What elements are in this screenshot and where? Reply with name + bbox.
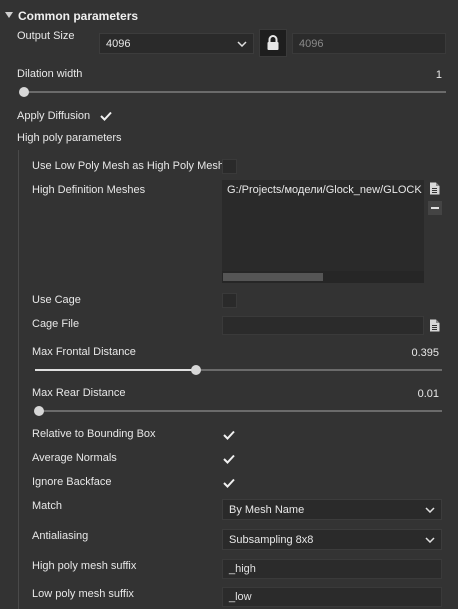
horizontal-scrollbar[interactable]	[222, 271, 424, 283]
max-frontal-distance-slider-handle[interactable]	[191, 365, 201, 375]
match-value: By Mesh Name	[229, 503, 305, 516]
output-width-value: 4096	[106, 37, 131, 50]
minus-icon	[431, 207, 439, 209]
output-height-field[interactable]: 4096	[292, 33, 446, 54]
max-rear-distance-value: 0.01	[417, 388, 439, 400]
max-frontal-distance-slider-fill	[35, 369, 196, 371]
file-icon[interactable]	[429, 182, 440, 195]
chevron-down-icon	[237, 40, 247, 47]
relative-to-bounding-box-label: Relative to Bounding Box	[32, 428, 156, 440]
scrollbar-thumb[interactable]	[223, 273, 323, 281]
high-definition-meshes-list[interactable]: G:/Projects/модели/Glock_new/GLOCK	[222, 180, 424, 283]
dilation-width-slider-track[interactable]	[20, 91, 446, 93]
apply-diffusion-checkbox[interactable]	[99, 109, 113, 123]
match-label: Match	[32, 500, 62, 512]
chevron-down-icon	[425, 506, 435, 513]
max-rear-distance-slider-handle[interactable]	[34, 406, 44, 416]
group-indent-line	[18, 150, 19, 609]
low-poly-suffix-value: _low	[229, 591, 252, 603]
relative-to-bounding-box-checkbox[interactable]	[222, 428, 236, 442]
cage-file-label: Cage File	[32, 318, 80, 330]
antialiasing-value: Subsampling 8x8	[229, 533, 314, 546]
remove-mesh-button[interactable]	[428, 201, 442, 215]
output-height-value: 4096	[299, 37, 324, 50]
high-poly-parameters-title: High poly parameters	[17, 132, 122, 144]
max-rear-distance-slider-track[interactable]	[35, 410, 442, 412]
mesh-list-item[interactable]: G:/Projects/модели/Glock_new/GLOCK	[227, 184, 422, 196]
high-poly-suffix-value: _high	[229, 563, 256, 575]
low-poly-suffix-label: Low poly mesh suffix	[32, 588, 134, 600]
max-rear-distance-label: Max Rear Distance	[32, 387, 126, 399]
apply-diffusion-label: Apply Diffusion	[17, 110, 91, 122]
low-poly-suffix-field[interactable]: _low	[222, 587, 442, 607]
file-icon[interactable]	[429, 319, 440, 332]
section-title: Common parameters	[18, 9, 139, 23]
ignore-backface-checkbox[interactable]	[222, 476, 236, 490]
max-frontal-distance-label: Max Frontal Distance	[32, 346, 136, 358]
average-normals-label: Average Normals	[32, 452, 117, 464]
collapse-triangle-icon[interactable]	[5, 12, 13, 18]
match-select[interactable]: By Mesh Name	[222, 499, 442, 520]
high-poly-suffix-field[interactable]: _high	[222, 559, 442, 579]
high-poly-suffix-label: High poly mesh suffix	[32, 560, 137, 572]
dilation-width-label: Dilation width	[17, 68, 83, 80]
output-size-label: Output Size	[17, 30, 75, 42]
dilation-width-slider-handle[interactable]	[19, 87, 29, 97]
dilation-width-value: 1	[435, 69, 442, 81]
average-normals-checkbox[interactable]	[222, 452, 236, 466]
lock-icon	[267, 35, 279, 50]
ignore-backface-label: Ignore Backface	[32, 476, 112, 488]
cage-file-field[interactable]	[222, 316, 424, 335]
high-definition-meshes-label: High Definition Meshes	[32, 184, 146, 196]
max-frontal-distance-value: 0.395	[411, 347, 439, 359]
lock-ratio-button[interactable]	[259, 29, 287, 57]
use-cage-label: Use Cage	[32, 294, 81, 306]
use-low-poly-as-high-checkbox[interactable]	[222, 159, 237, 174]
output-width-select[interactable]: 4096	[99, 33, 254, 54]
use-cage-checkbox[interactable]	[222, 293, 237, 308]
section-header-common-parameters[interactable]: Common parameters	[0, 0, 458, 30]
chevron-down-icon	[425, 536, 435, 543]
antialiasing-select[interactable]: Subsampling 8x8	[222, 529, 442, 550]
antialiasing-label: Antialiasing	[32, 530, 89, 542]
use-low-poly-as-high-label: Use Low Poly Mesh as High Poly Mesh	[32, 160, 224, 172]
